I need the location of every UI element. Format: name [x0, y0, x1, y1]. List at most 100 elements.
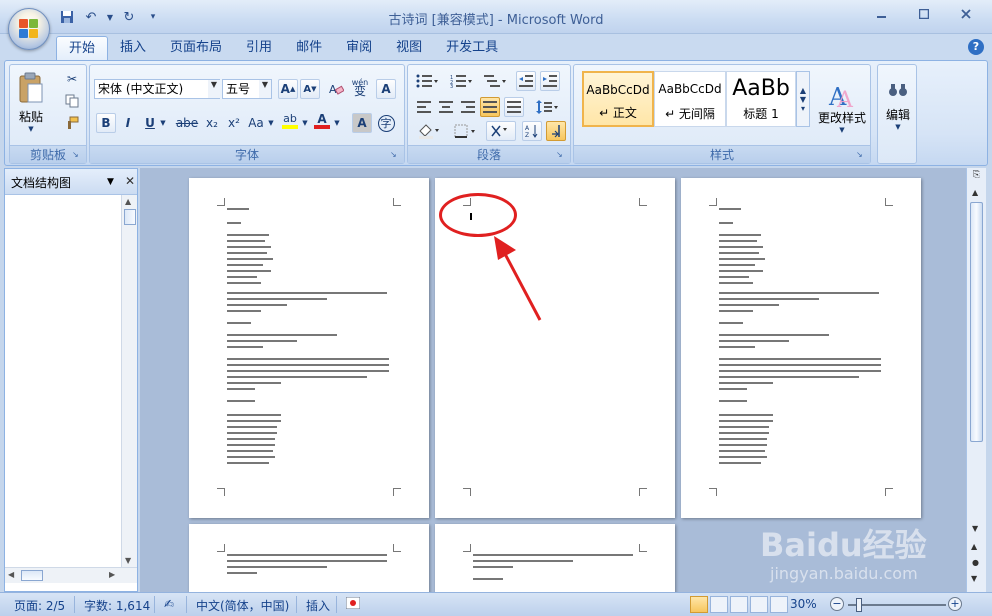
zoom-level[interactable]: 30% — [790, 597, 817, 611]
help-icon[interactable]: ? — [968, 39, 984, 55]
style-no-spacing[interactable]: AaBbCcDd ↵ 无间隔 — [654, 71, 726, 127]
insert-mode[interactable]: 插入 — [306, 597, 330, 614]
full-screen-reading-view-icon[interactable] — [710, 596, 728, 613]
distributed-icon[interactable] — [504, 97, 524, 117]
zoom-slider[interactable] — [848, 604, 946, 606]
dialog-launcher-icon[interactable]: ↘ — [390, 150, 400, 160]
close-button[interactable] — [946, 4, 986, 24]
office-button[interactable] — [8, 8, 50, 50]
previous-page-icon[interactable]: ▲ — [971, 542, 977, 551]
phonetic-guide-icon[interactable]: wén 变 — [350, 77, 370, 97]
macro-record-icon[interactable] — [345, 596, 361, 612]
scroll-down-icon[interactable]: ▼ — [125, 556, 131, 565]
chevron-down-icon[interactable]: ▼ — [208, 80, 220, 98]
justify-icon[interactable] — [480, 97, 500, 117]
increase-indent-icon[interactable] — [540, 71, 560, 91]
borders-icon[interactable] — [450, 121, 480, 141]
web-layout-view-icon[interactable] — [730, 596, 748, 613]
char-border-icon[interactable]: A — [376, 79, 396, 99]
tab-references[interactable]: 引用 — [234, 36, 284, 60]
underline-button[interactable]: U — [140, 113, 160, 133]
align-left-icon[interactable] — [414, 97, 434, 117]
italic-button[interactable]: I — [118, 113, 138, 133]
chevron-down-icon[interactable]: ▼ — [300, 113, 310, 133]
tab-insert[interactable]: 插入 — [108, 36, 158, 60]
tab-home[interactable]: 开始 — [56, 36, 109, 60]
proofing-icon[interactable]: ✍ — [164, 597, 174, 611]
page-1[interactable] — [189, 178, 429, 518]
style-normal[interactable]: AaBbCcDd ↵ 正文 — [582, 71, 654, 127]
chevron-down-icon[interactable]: ▼ — [332, 113, 342, 133]
print-layout-view-icon[interactable] — [690, 596, 708, 613]
strikethrough-button[interactable]: abe — [174, 113, 200, 133]
decrease-indent-icon[interactable] — [516, 71, 536, 91]
document-map-hscrollbar[interactable]: ◀ ▶ — [5, 567, 137, 583]
chevron-down-icon[interactable]: ▼ — [158, 113, 168, 133]
styles-scroll[interactable]: ▲ ▼ ▾ — [796, 71, 810, 127]
dialog-launcher-icon[interactable]: ↘ — [856, 150, 866, 160]
superscript-button[interactable]: x² — [224, 113, 244, 133]
bullets-icon[interactable] — [412, 71, 442, 91]
scroll-up-icon[interactable]: ▲ — [125, 197, 131, 206]
tab-page-layout[interactable]: 页面布局 — [158, 36, 234, 60]
tab-view[interactable]: 视图 — [384, 36, 434, 60]
scroll-up-icon[interactable]: ▲ — [972, 188, 978, 197]
sort-icon[interactable]: AZ — [522, 121, 542, 141]
language-indicator[interactable]: 中文(简体，中国) — [196, 597, 289, 614]
copy-icon[interactable] — [62, 91, 82, 111]
chevron-down-icon[interactable]: ▼ — [266, 113, 276, 133]
bold-button[interactable]: B — [96, 113, 116, 133]
scroll-thumb[interactable] — [124, 209, 136, 225]
page-3[interactable] — [681, 178, 921, 518]
page-5[interactable] — [435, 524, 675, 592]
style-heading-1[interactable]: AaBb 标题 1 — [726, 71, 796, 127]
paste-button[interactable]: 粘贴 ▼ — [14, 67, 48, 137]
scroll-left-icon[interactable]: ◀ — [8, 570, 14, 579]
scroll-right-icon[interactable]: ▶ — [109, 570, 115, 579]
font-color-button[interactable]: A — [312, 111, 332, 131]
word-count[interactable]: 字数: 1,614 — [84, 597, 150, 614]
chinese-layout-icon[interactable] — [486, 121, 516, 141]
close-icon[interactable]: ✕ — [125, 174, 135, 188]
page-4[interactable] — [189, 524, 429, 592]
tab-mailings[interactable]: 邮件 — [284, 36, 334, 60]
next-page-icon[interactable]: ▼ — [971, 574, 977, 583]
shading-icon[interactable] — [414, 121, 444, 141]
minimize-button[interactable] — [862, 4, 902, 24]
tab-review[interactable]: 审阅 — [334, 36, 384, 60]
numbering-icon[interactable]: 123 — [446, 71, 476, 91]
outline-view-icon[interactable] — [750, 596, 768, 613]
chevron-down-icon[interactable]: ▼ — [259, 80, 271, 98]
change-styles-button[interactable]: A A 更改样式 ▼ — [814, 69, 870, 143]
line-spacing-icon[interactable] — [532, 97, 562, 117]
shrink-font-icon[interactable]: A ▼ — [300, 79, 320, 99]
draft-view-icon[interactable] — [770, 596, 788, 613]
show-marks-icon[interactable] — [546, 121, 566, 141]
grow-font-icon[interactable]: A ▲ — [278, 79, 298, 99]
dialog-launcher-icon[interactable]: ↘ — [556, 150, 566, 160]
maximize-button[interactable] — [904, 4, 944, 24]
page-indicator[interactable]: 页面: 2/5 — [14, 597, 65, 614]
zoom-out-icon[interactable]: − — [830, 597, 844, 611]
scroll-down-icon[interactable]: ▼ — [972, 524, 978, 533]
clear-format-icon[interactable]: A — [326, 79, 346, 99]
vertical-scrollbar[interactable]: ⎘ ▲ ▼ ▲ ● ▼ — [966, 168, 986, 592]
browse-object-icon[interactable]: ● — [972, 558, 979, 567]
scroll-thumb[interactable] — [970, 202, 983, 442]
document-map-scrollbar[interactable]: ▲ ▼ — [121, 195, 137, 567]
zoom-in-icon[interactable]: + — [948, 597, 962, 611]
enclose-char-button[interactable]: 字 — [376, 113, 396, 133]
dialog-launcher-icon[interactable]: ↘ — [72, 150, 82, 160]
align-right-icon[interactable] — [458, 97, 478, 117]
char-shading-button[interactable]: A — [352, 113, 372, 133]
editing-button[interactable]: 编辑 ▼ — [880, 69, 916, 143]
scroll-thumb[interactable] — [21, 570, 43, 581]
multilevel-list-icon[interactable] — [480, 71, 510, 91]
cut-icon[interactable]: ✂ — [62, 69, 82, 89]
highlight-button[interactable]: ab — [280, 111, 300, 131]
font-name-select[interactable]: 宋体 (中文正文) — [94, 79, 220, 99]
ruler-toggle-icon[interactable]: ⎘ — [970, 170, 983, 183]
subscript-button[interactable]: x₂ — [202, 113, 222, 133]
chevron-down-icon[interactable]: ▼ — [107, 177, 114, 187]
tab-developer[interactable]: 开发工具 — [434, 36, 510, 60]
